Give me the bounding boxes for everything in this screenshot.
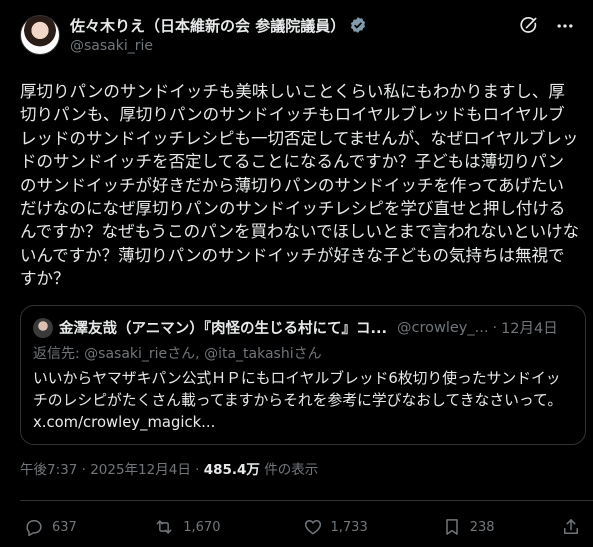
post-meta: 午後7:37 · 2025年12月4日 · 485.4万 件の表示 [20,460,577,480]
actions-divider [20,500,593,501]
repost-count: 1,670 [183,519,221,535]
reply-icon [24,517,44,537]
repost-button[interactable]: 1,670 [153,517,273,537]
action-bar: 637 1,670 1,733 238 [24,517,581,537]
author-avatar[interactable] [20,15,60,55]
like-count: 1,733 [330,519,368,535]
reply-suffix-1: さん, [167,345,205,362]
meta-separator: · [195,461,204,478]
post: 佐々木りえ（日本維新の会 参議院議員） @sasaki_rie 厚切りパンのサン… [0,0,593,547]
post-text: 厚切りパンのサンドイッチも美味しいことくらい私にもわかりますし、厚切りパンも、厚… [20,82,580,289]
quote-reply-to: 返信先: @sasaki_rieさん, @ita_takashiさん [33,344,573,364]
share-button[interactable] [561,517,581,537]
quote-author-avatar [33,317,53,338]
reply-mention-ita[interactable]: @ita_takashi [204,346,294,362]
reply-suffix-2: さん [293,345,322,362]
like-button[interactable]: 1,733 [303,517,413,537]
reply-mention-sasaki[interactable]: @sasaki_rie [84,346,167,362]
views-label: 件の表示 [264,461,319,478]
repost-icon [153,517,175,537]
quote-separator: · [492,319,498,336]
quote-author-name: 金澤友哉（アニマン）『肉怪の生じる村にて』コ... [59,321,387,338]
top-actions [519,16,575,36]
verified-badge-icon[interactable] [349,16,367,34]
quote-link[interactable]: x.com/crowley_magick... [33,412,573,434]
author-display-name[interactable]: 佐々木りえ（日本維新の会 参議院議員） [70,15,345,36]
reply-button[interactable]: 637 [24,517,124,537]
reply-prefix: 返信先: [33,345,85,362]
bookmark-button[interactable]: 238 [442,517,532,537]
bookmark-count: 238 [469,519,495,535]
post-time[interactable]: 午後7:37 · 2025年12月4日 [20,462,191,478]
quote-header: 金澤友哉（アニマン）『肉怪の生じる村にて』コ... @crowley_... ·… [33,316,573,340]
quote-text: いいからヤマザキパン公式ＨＰにもロイヤルブレッド6枚切り使ったサンドイッチのレシ… [33,369,563,409]
quote-date: 12月4日 [501,321,558,338]
display-name-row: 佐々木りえ（日本維新の会 参議院議員） [70,14,519,36]
quoted-post[interactable]: 金澤友哉（アニマン）『肉怪の生じる村にて』コ... @crowley_... ·… [20,304,586,445]
author-handle[interactable]: @sasaki_rie [70,36,519,56]
author-names: 佐々木りえ（日本維新の会 参議院議員） @sasaki_rie [70,14,519,56]
post-header: 佐々木りえ（日本維新の会 参議院議員） @sasaki_rie [20,14,577,62]
like-icon [303,517,323,537]
share-icon [561,517,581,537]
grok-icon[interactable] [519,16,539,36]
more-icon[interactable] [555,16,575,36]
quote-author-handle: @crowley_... [396,319,489,336]
bookmark-icon [442,517,462,537]
views-count: 485.4万 [203,461,260,478]
reply-count: 637 [52,519,77,535]
